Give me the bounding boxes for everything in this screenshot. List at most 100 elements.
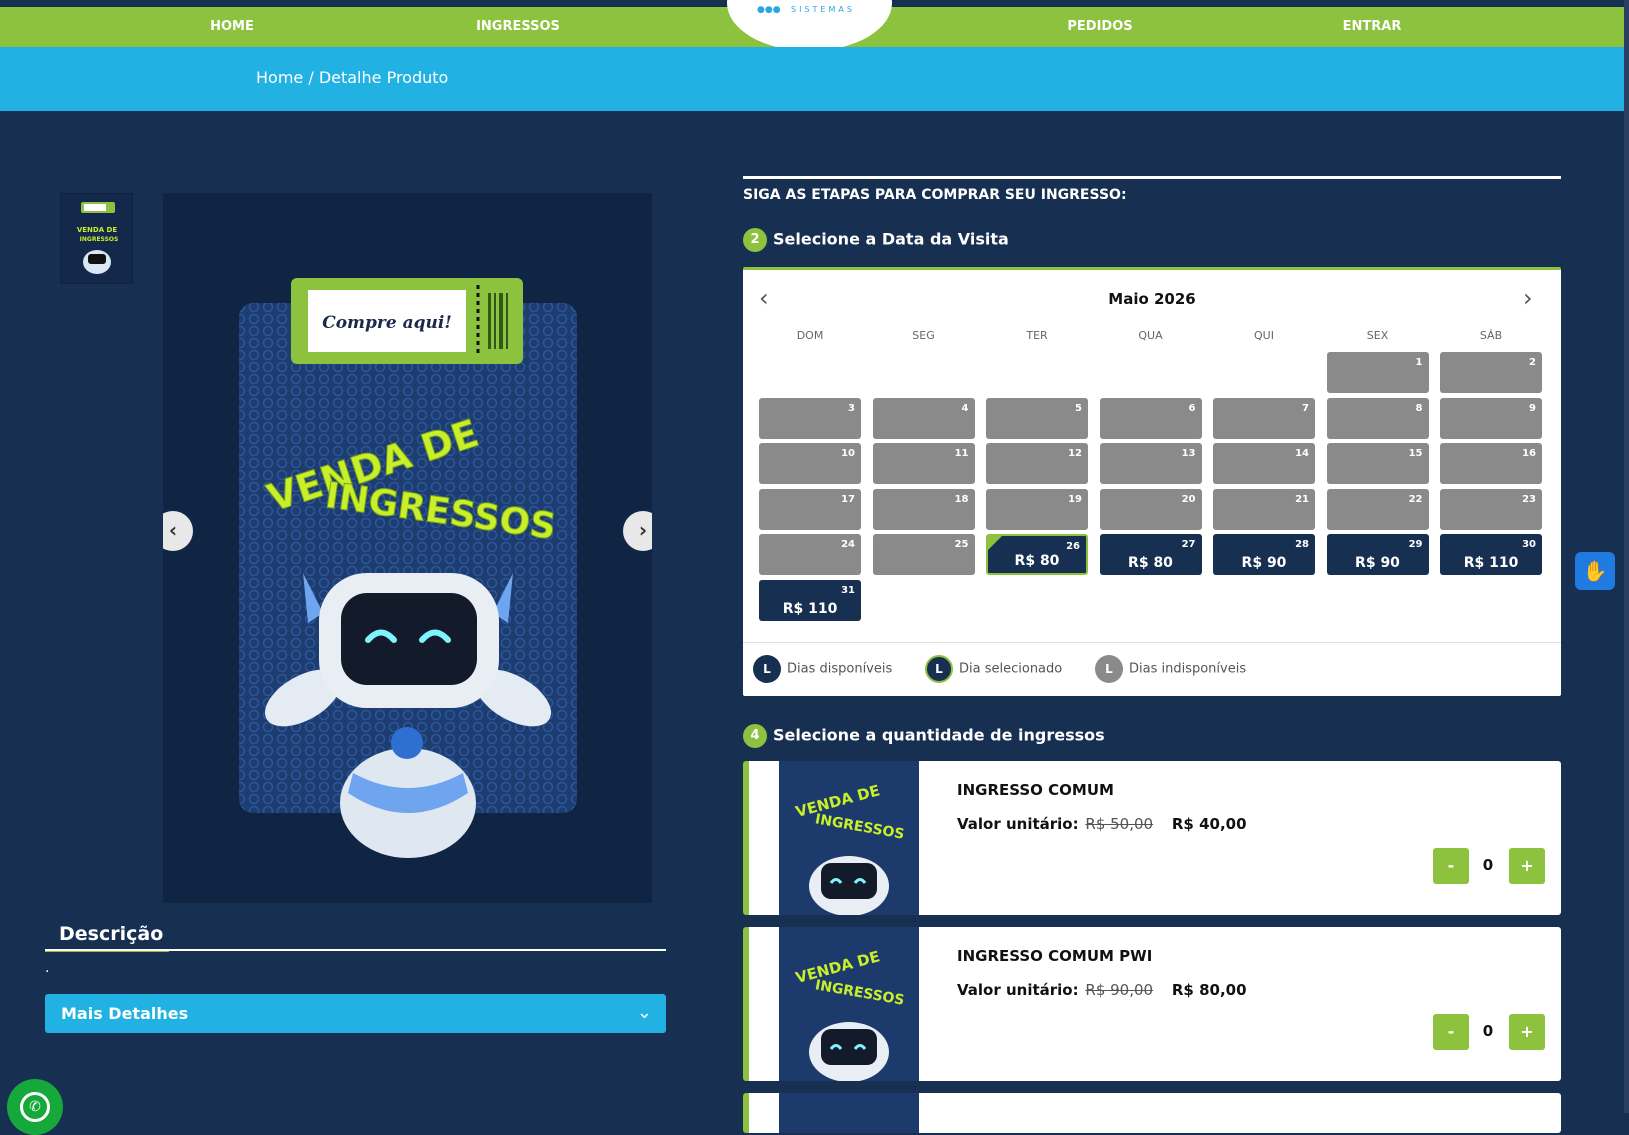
day-price: R$ 110	[1463, 555, 1519, 571]
step-4-label: Selecione a quantidade de ingressos	[773, 725, 1105, 745]
day-number: 30	[1522, 539, 1536, 550]
nav-home[interactable]: HOME	[210, 19, 254, 34]
breadcrumb-separator: /	[303, 68, 319, 87]
legend-available: L Dias disponíveis	[753, 655, 892, 683]
calendar-day-18: 18	[872, 488, 975, 530]
chevron-down-icon: ⌄	[636, 1002, 652, 1023]
calendar-day-1: 1	[1326, 352, 1429, 393]
day-number: 4	[961, 402, 969, 414]
day-number: 19	[1068, 493, 1082, 505]
breadcrumb-home[interactable]: Home	[256, 68, 303, 87]
day-number: 25	[954, 539, 969, 550]
calendar-divider	[743, 642, 1561, 643]
unit-price-label: Valor unitário:	[957, 815, 1079, 833]
day-number: 24	[841, 539, 855, 550]
day-number: 9	[1529, 402, 1536, 414]
day-number: 26	[1066, 541, 1080, 552]
calendar-day-13: 13	[1099, 443, 1202, 484]
step-2-label: Selecione a Data da Visita	[773, 229, 1009, 249]
whatsapp-icon: ✆	[20, 1092, 50, 1122]
scrollbar[interactable]	[1624, 0, 1629, 1113]
nav-pedidos[interactable]: PEDIDOS	[1067, 19, 1132, 34]
calendar-day-12: 12	[986, 443, 1088, 484]
gallery-thumbnail[interactable]: VENDA DE INGRESSOS	[60, 193, 133, 284]
legend-unavailable: L Dias indisponíveis	[1095, 655, 1246, 683]
ticket-price: Valor unitário: R$ 50,00 R$ 40,00	[957, 815, 1247, 833]
step-2-title: 2 Selecione a Data da Visita	[743, 228, 1009, 252]
day-number: 29	[1408, 539, 1423, 550]
weekday-header: SEG	[912, 329, 935, 342]
day-price: R$ 90	[1355, 555, 1400, 571]
calendar-day-29[interactable]: 29 R$ 90	[1326, 534, 1429, 575]
day-number: 27	[1181, 539, 1196, 550]
ticket-card: VENDA DE INGRESSOS INGRESSO COMUM PWI Va…	[743, 927, 1561, 1081]
weekday-header: QUI	[1254, 329, 1274, 342]
weekday-header: DOM	[796, 329, 824, 342]
weekday-header: QUA	[1138, 329, 1163, 342]
calendar-month-title: Maio 2026	[1108, 290, 1196, 308]
calendar-day-22: 22	[1326, 488, 1429, 530]
day-number: 8	[1415, 402, 1423, 414]
calendar-next-month-button[interactable]: ›	[1523, 284, 1533, 312]
tab-descricao[interactable]: Descrição	[45, 916, 169, 952]
venda-ingressos-banner: Compre aqui! VENDA DE INGRESSOS	[163, 193, 652, 903]
ticket-name: INGRESSO COMUM	[957, 781, 1114, 799]
product-image: Compre aqui! VENDA DE INGRESSOS ‹ ›	[163, 193, 652, 903]
quantity-increase-button[interactable]: +	[1509, 1014, 1545, 1050]
old-price: R$ 50,00	[1085, 815, 1154, 833]
description-title: Descrição	[59, 923, 164, 945]
mais-detalhes-accordion[interactable]: Mais Detalhes ⌄	[45, 994, 666, 1033]
quantity-decrease-button[interactable]: -	[1433, 848, 1469, 884]
new-price: R$ 40,00	[1171, 815, 1247, 833]
calendar-day-28[interactable]: 28 R$ 90	[1213, 534, 1315, 575]
logo-text: SISTEMAS	[791, 5, 855, 14]
breadcrumb: Home / Detalhe Produto	[256, 68, 448, 87]
day-price: R$ 110	[782, 600, 838, 617]
weekday-header: TER	[1026, 329, 1048, 342]
calendar-day-26[interactable]: 26 R$ 80	[986, 534, 1088, 575]
day-number: 21	[1295, 493, 1309, 505]
quantity-value: 0	[1482, 856, 1494, 874]
day-number: 14	[1295, 448, 1309, 459]
nav-ingressos[interactable]: INGRESSOS	[476, 19, 560, 34]
ticket-thumbnail	[779, 1093, 919, 1133]
day-price: R$ 80	[1014, 553, 1060, 569]
calendar-day-2: 2	[1440, 352, 1542, 393]
day-number: 3	[848, 402, 855, 414]
legend-available-badge: L	[753, 655, 781, 683]
quantity-increase-button[interactable]: +	[1509, 848, 1545, 884]
calendar-day-9: 9	[1440, 397, 1542, 439]
day-number: 11	[954, 448, 969, 459]
calendar-day-3: 3	[759, 397, 861, 439]
ticket-thumbnail: VENDA DE INGRESSOS	[779, 761, 919, 915]
calendar-day-14: 14	[1213, 443, 1315, 484]
day-number: 1	[1415, 357, 1423, 368]
day-number: 5	[1075, 402, 1082, 414]
whatsapp-button[interactable]: ✆	[7, 1079, 63, 1135]
legend-selected-badge: L	[925, 655, 953, 683]
calendar-day-20: 20	[1099, 488, 1202, 530]
accessibility-libras-button[interactable]: ✋	[1575, 552, 1615, 590]
new-price: R$ 80,00	[1171, 981, 1247, 999]
chevron-left-icon: ‹	[168, 518, 178, 542]
calendar-day-6: 6	[1099, 397, 1202, 439]
ticket-thumbnail: VENDA DE INGRESSOS	[779, 927, 919, 1081]
calendar-day-23: 23	[1440, 488, 1542, 530]
quantity-decrease-button[interactable]: -	[1433, 1014, 1469, 1050]
breadcrumb-bar: Home / Detalhe Produto	[0, 47, 1624, 111]
calendar-day-27[interactable]: 27 R$ 80	[1099, 534, 1202, 575]
calendar-day-31[interactable]: 31 R$ 110	[759, 579, 861, 621]
nav-entrar[interactable]: ENTRAR	[1343, 19, 1402, 34]
unit-price-label: Valor unitário:	[957, 981, 1079, 999]
day-number: 31	[841, 584, 855, 596]
day-number: 12	[1068, 448, 1082, 459]
calendar-day-24: 24	[759, 534, 861, 575]
step-4-number: 4	[743, 724, 767, 748]
calendar-day-5: 5	[986, 397, 1088, 439]
calendar-day-8: 8	[1326, 397, 1429, 439]
calendar-day-4: 4	[872, 397, 975, 439]
calendar-day-30[interactable]: 30 R$ 110	[1440, 534, 1542, 575]
day-number: 22	[1408, 493, 1423, 505]
day-number: 7	[1302, 402, 1309, 414]
calendar: ‹ Maio 2026 › DOM SEG TER QUA QUI SEX SÁB 1234…	[743, 267, 1561, 696]
